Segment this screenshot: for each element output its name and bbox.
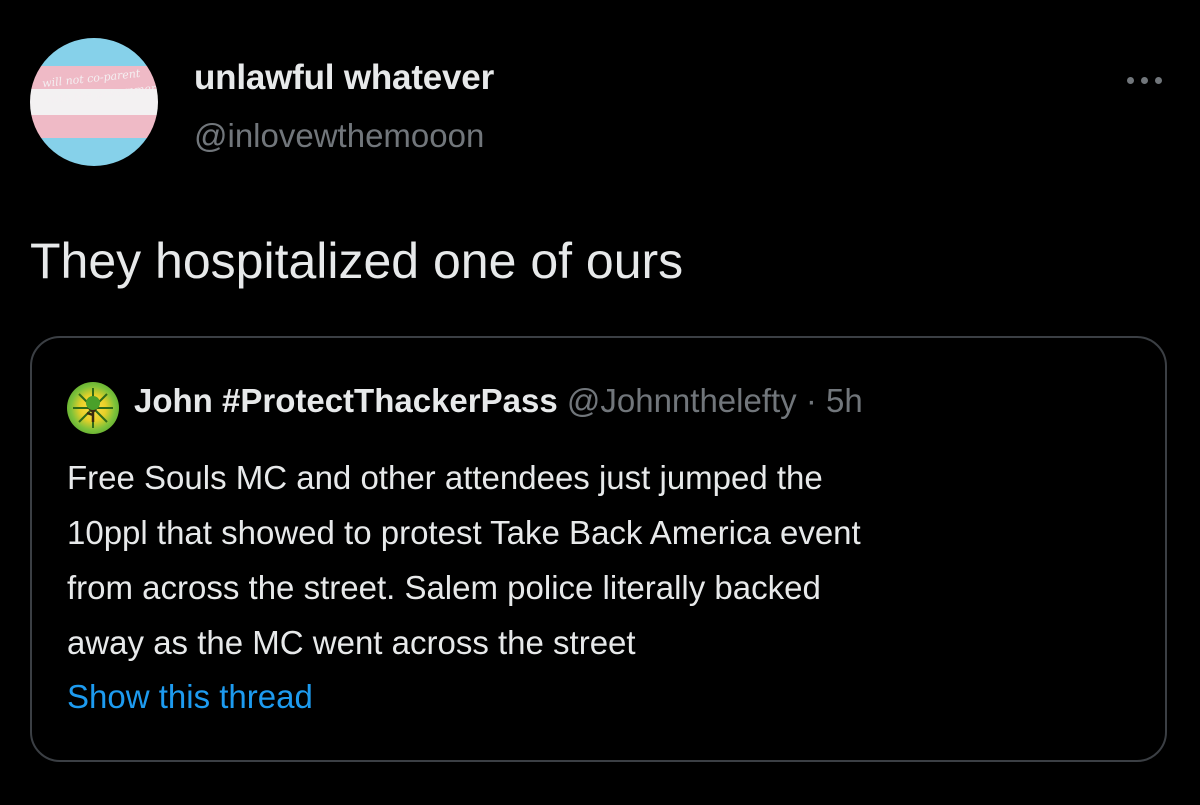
header-separator: ·	[805, 382, 817, 419]
tweet-text: They hospitalized one of ours	[30, 233, 684, 289]
tweet: will not co-parent with the government u…	[0, 0, 1200, 805]
more-options-icon[interactable]	[1116, 60, 1172, 100]
more-dot	[1140, 76, 1148, 84]
author-handle[interactable]: @inlovewthemooon	[194, 117, 484, 155]
tree-logo-icon	[73, 388, 113, 428]
show-thread-link[interactable]: Show this thread	[67, 678, 313, 716]
more-dot	[1126, 76, 1134, 84]
quoted-body-line: 10ppl that showed to protest Take Back A…	[67, 514, 861, 551]
more-dot	[1154, 76, 1162, 84]
quoted-author-avatar[interactable]	[67, 382, 119, 434]
quoted-tweet[interactable]: John #ProtectThackerPass @Johnnthelefty …	[30, 336, 1167, 762]
quoted-author-handle[interactable]: @Johnnthelefty	[567, 382, 797, 419]
quoted-tweet-body: Free Souls MC and other attendees just j…	[67, 450, 1147, 670]
author-display-name[interactable]: unlawful whatever	[194, 58, 494, 98]
quoted-tweet-header: John #ProtectThackerPass @Johnnthelefty …	[134, 382, 863, 420]
quoted-author-name[interactable]: John #ProtectThackerPass	[134, 382, 558, 419]
quoted-body-line: away as the MC went across the street	[67, 624, 636, 661]
quoted-body-line: from across the street. Salem police lit…	[67, 569, 821, 606]
quoted-body-line: Free Souls MC and other attendees just j…	[67, 459, 823, 496]
author-avatar[interactable]: will not co-parent with the government	[30, 38, 158, 166]
quoted-tweet-time[interactable]: 5h	[826, 382, 863, 419]
